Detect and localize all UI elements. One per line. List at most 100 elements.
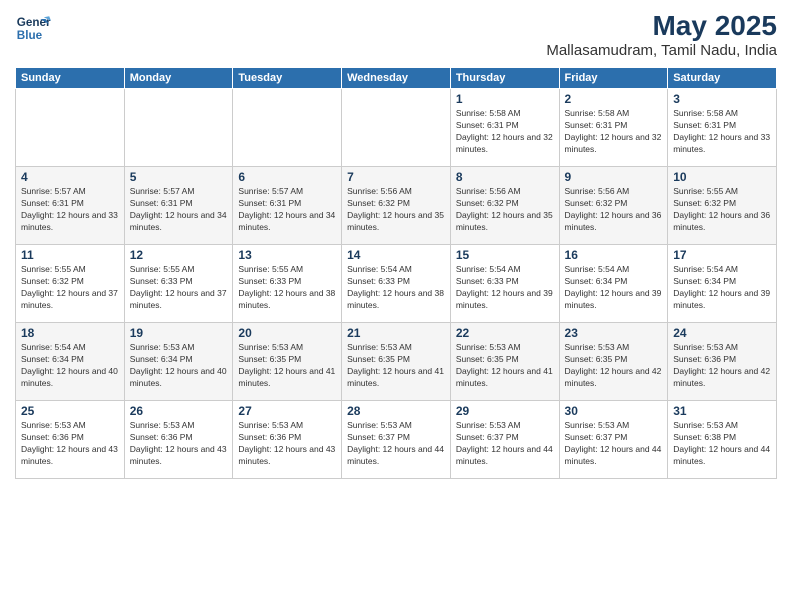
title-block: May 2025 Mallasamudram, Tamil Nadu, Indi… <box>546 10 777 59</box>
day-number: 10 <box>673 170 771 184</box>
day-info: Sunrise: 5:54 AMSunset: 6:34 PMDaylight:… <box>565 264 663 312</box>
day-info: Sunrise: 5:54 AMSunset: 6:34 PMDaylight:… <box>21 342 119 390</box>
logo-icon: General Blue <box>15 10 51 46</box>
day-cell: 12 Sunrise: 5:55 AMSunset: 6:33 PMDayligh… <box>124 245 233 323</box>
day-number: 27 <box>238 404 336 418</box>
day-number: 4 <box>21 170 119 184</box>
day-cell: 7Sunrise: 5:56 AMSunset: 6:32 PMDaylight… <box>342 167 451 245</box>
day-info: Sunrise: 5:58 AMSunset: 6:31 PMDaylight:… <box>565 108 663 156</box>
calendar-header: Sunday Monday Tuesday Wednesday Thursday… <box>16 68 777 89</box>
day-cell: 4 Sunrise: 5:57 AMSunset: 6:31 PMDaylight… <box>16 167 125 245</box>
day-number: 12 <box>130 248 228 262</box>
day-cell: 9Sunrise: 5:56 AMSunset: 6:32 PMDaylight… <box>559 167 668 245</box>
day-number: 25 <box>21 404 119 418</box>
day-info: Sunrise: 5:54 AMSunset: 6:34 PMDaylight:… <box>673 264 771 312</box>
day-cell: 1Sunrise: 5:58 AMSunset: 6:31 PMDaylight… <box>450 89 559 167</box>
day-cell <box>233 89 342 167</box>
week-row-3: 11 Sunrise: 5:55 AMSunset: 6:32 PMDayligh… <box>16 245 777 323</box>
col-monday: Monday <box>124 68 233 89</box>
day-info: Sunrise: 5:55 AMSunset: 6:33 PMDaylight:… <box>238 264 336 312</box>
day-cell: 19 Sunrise: 5:53 AMSunset: 6:34 PMDayligh… <box>124 323 233 401</box>
day-info: Sunrise: 5:53 AMSunset: 6:34 PMDaylight:… <box>130 342 228 390</box>
day-number: 19 <box>130 326 228 340</box>
week-row-2: 4 Sunrise: 5:57 AMSunset: 6:31 PMDaylight… <box>16 167 777 245</box>
day-info: Sunrise: 5:53 AMSunset: 6:36 PMDaylight:… <box>21 420 119 468</box>
day-cell <box>16 89 125 167</box>
day-info: Sunrise: 5:55 AMSunset: 6:32 PMDaylight:… <box>673 186 771 234</box>
day-info: Sunrise: 5:55 AMSunset: 6:33 PMDaylight:… <box>130 264 228 312</box>
day-number: 17 <box>673 248 771 262</box>
col-saturday: Saturday <box>668 68 777 89</box>
day-number: 6 <box>238 170 336 184</box>
day-cell: 5 Sunrise: 5:57 AMSunset: 6:31 PMDaylight… <box>124 167 233 245</box>
col-friday: Friday <box>559 68 668 89</box>
day-number: 26 <box>130 404 228 418</box>
day-number: 21 <box>347 326 445 340</box>
day-cell: 31 Sunrise: 5:53 AMSunset: 6:38 PMDayligh… <box>668 401 777 479</box>
day-number: 15 <box>456 248 554 262</box>
day-cell: 13 Sunrise: 5:55 AMSunset: 6:33 PMDayligh… <box>233 245 342 323</box>
day-info: Sunrise: 5:53 AMSunset: 6:35 PMDaylight:… <box>565 342 663 390</box>
day-info: Sunrise: 5:56 AMSunset: 6:32 PMDaylight:… <box>456 186 554 234</box>
week-row-1: 1Sunrise: 5:58 AMSunset: 6:31 PMDaylight… <box>16 89 777 167</box>
header: General Blue May 2025 Mallasamudram, Tam… <box>15 10 777 59</box>
day-number: 31 <box>673 404 771 418</box>
day-number: 8 <box>456 170 554 184</box>
day-info: Sunrise: 5:57 AMSunset: 6:31 PMDaylight:… <box>130 186 228 234</box>
day-cell: 21 Sunrise: 5:53 AMSunset: 6:35 PMDayligh… <box>342 323 451 401</box>
day-number: 30 <box>565 404 663 418</box>
day-cell: 29 Sunrise: 5:53 AMSunset: 6:37 PMDayligh… <box>450 401 559 479</box>
day-cell: 3Sunrise: 5:58 AMSunset: 6:31 PMDaylight… <box>668 89 777 167</box>
day-info: Sunrise: 5:53 AMSunset: 6:37 PMDaylight:… <box>456 420 554 468</box>
day-info: Sunrise: 5:53 AMSunset: 6:38 PMDaylight:… <box>673 420 771 468</box>
day-info: Sunrise: 5:53 AMSunset: 6:37 PMDaylight:… <box>565 420 663 468</box>
day-cell: 26 Sunrise: 5:53 AMSunset: 6:36 PMDayligh… <box>124 401 233 479</box>
day-cell: 14 Sunrise: 5:54 AMSunset: 6:33 PMDayligh… <box>342 245 451 323</box>
day-cell: 15 Sunrise: 5:54 AMSunset: 6:33 PMDayligh… <box>450 245 559 323</box>
day-cell: 23 Sunrise: 5:53 AMSunset: 6:35 PMDayligh… <box>559 323 668 401</box>
day-info: Sunrise: 5:53 AMSunset: 6:35 PMDaylight:… <box>347 342 445 390</box>
main-title: May 2025 <box>546 10 777 42</box>
svg-text:Blue: Blue <box>17 29 43 42</box>
day-info: Sunrise: 5:58 AMSunset: 6:31 PMDaylight:… <box>456 108 554 156</box>
day-number: 11 <box>21 248 119 262</box>
day-number: 5 <box>130 170 228 184</box>
day-cell: 10 Sunrise: 5:55 AMSunset: 6:32 PMDayligh… <box>668 167 777 245</box>
logo: General Blue <box>15 10 51 46</box>
day-cell: 6Sunrise: 5:57 AMSunset: 6:31 PMDaylight… <box>233 167 342 245</box>
week-row-4: 18Sunrise: 5:54 AMSunset: 6:34 PMDayligh… <box>16 323 777 401</box>
day-cell <box>342 89 451 167</box>
day-number: 28 <box>347 404 445 418</box>
day-info: Sunrise: 5:53 AMSunset: 6:36 PMDaylight:… <box>673 342 771 390</box>
day-number: 13 <box>238 248 336 262</box>
day-info: Sunrise: 5:53 AMSunset: 6:36 PMDaylight:… <box>130 420 228 468</box>
day-info: Sunrise: 5:53 AMSunset: 6:36 PMDaylight:… <box>238 420 336 468</box>
calendar-table: Sunday Monday Tuesday Wednesday Thursday… <box>15 67 777 479</box>
col-tuesday: Tuesday <box>233 68 342 89</box>
day-number: 29 <box>456 404 554 418</box>
day-cell: 30 Sunrise: 5:53 AMSunset: 6:37 PMDayligh… <box>559 401 668 479</box>
day-info: Sunrise: 5:53 AMSunset: 6:35 PMDaylight:… <box>238 342 336 390</box>
day-cell <box>124 89 233 167</box>
subtitle: Mallasamudram, Tamil Nadu, India <box>546 42 777 59</box>
calendar-body: 1Sunrise: 5:58 AMSunset: 6:31 PMDaylight… <box>16 89 777 479</box>
day-info: Sunrise: 5:54 AMSunset: 6:33 PMDaylight:… <box>456 264 554 312</box>
day-info: Sunrise: 5:55 AMSunset: 6:32 PMDaylight:… <box>21 264 119 312</box>
day-cell: 17 Sunrise: 5:54 AMSunset: 6:34 PMDayligh… <box>668 245 777 323</box>
page: General Blue May 2025 Mallasamudram, Tam… <box>0 0 792 612</box>
day-cell: 2 Sunrise: 5:58 AMSunset: 6:31 PMDaylight… <box>559 89 668 167</box>
day-number: 2 <box>565 92 663 106</box>
day-number: 14 <box>347 248 445 262</box>
col-sunday: Sunday <box>16 68 125 89</box>
day-info: Sunrise: 5:57 AMSunset: 6:31 PMDaylight:… <box>21 186 119 234</box>
day-cell: 11 Sunrise: 5:55 AMSunset: 6:32 PMDayligh… <box>16 245 125 323</box>
day-cell: 20 Sunrise: 5:53 AMSunset: 6:35 PMDayligh… <box>233 323 342 401</box>
week-row-5: 25 Sunrise: 5:53 AMSunset: 6:36 PMDayligh… <box>16 401 777 479</box>
day-number: 20 <box>238 326 336 340</box>
day-number: 22 <box>456 326 554 340</box>
day-cell: 16Sunrise: 5:54 AMSunset: 6:34 PMDayligh… <box>559 245 668 323</box>
header-row: Sunday Monday Tuesday Wednesday Thursday… <box>16 68 777 89</box>
day-info: Sunrise: 5:54 AMSunset: 6:33 PMDaylight:… <box>347 264 445 312</box>
day-cell: 25 Sunrise: 5:53 AMSunset: 6:36 PMDayligh… <box>16 401 125 479</box>
day-number: 23 <box>565 326 663 340</box>
